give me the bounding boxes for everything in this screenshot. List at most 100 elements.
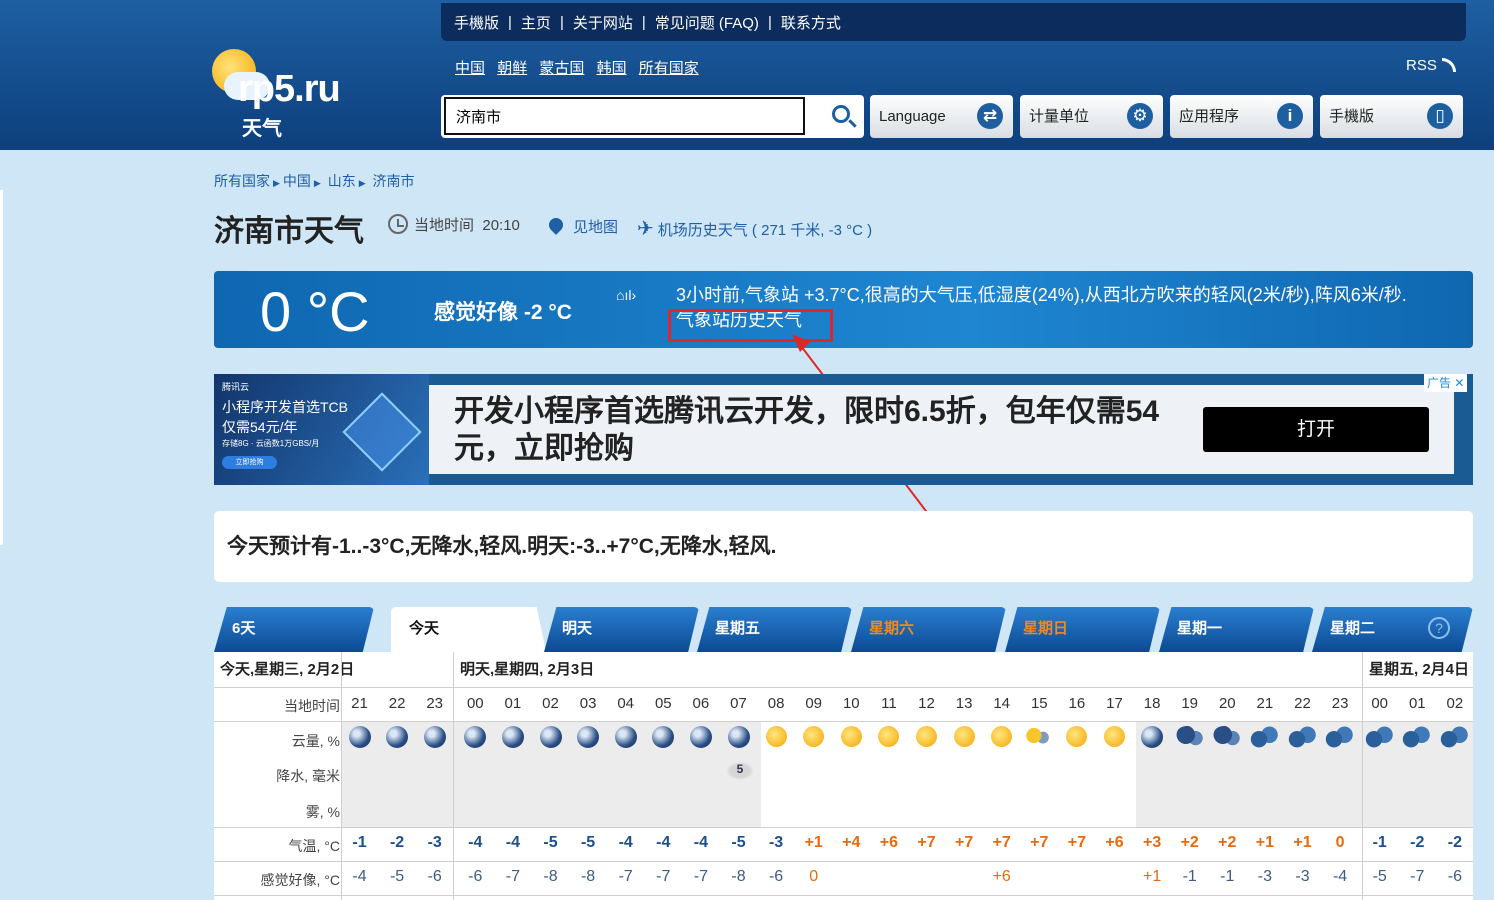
cloud-cover-cell [983,726,1020,752]
ad-image[interactable]: 腾讯云 小程序开发首选TCB 仅需54元/年 存储8G · 云函数1万GBS/月… [214,374,429,485]
temperature-cell: +7 [1030,834,1049,851]
feels-like-cell: -3 [1257,868,1272,885]
feels-like-cell: -6 [1447,868,1462,885]
row-divider [214,827,1473,828]
temperature-cell: +2 [1180,834,1199,851]
cloud-cover-cell [1246,726,1283,752]
nav-contact[interactable]: 联系方式 [781,12,841,33]
search-icon[interactable] [832,105,850,123]
country-link-mongolia[interactable]: 蒙古国 [539,60,584,77]
units-button[interactable]: 计量单位 ⚙ [1020,95,1163,138]
nav-separator: | [559,13,564,31]
feels-like-cell: -6 [427,868,442,885]
ad-title: 开发小程序首选腾讯云开发，限时6.5折，包年仅需54元，立即抢购 [454,395,1160,465]
clear-night-icon [539,726,562,748]
tab-monday[interactable]: 星期一 [1159,607,1314,652]
nav-about[interactable]: 关于网站 [573,12,633,33]
cloudy-icon [1402,726,1433,748]
language-button[interactable]: Language ⇄ [870,95,1013,138]
hour-cell: 04 [617,695,635,712]
tab-sunday[interactable]: 星期日 [1005,607,1160,652]
breadcrumb-shandong[interactable]: 山东 [328,173,356,189]
ad-content[interactable]: 开发小程序首选腾讯云开发，限时6.5折，包年仅需54元，立即抢购 打开 [429,385,1454,474]
cloud-cover-cell [1134,726,1171,752]
help-icon[interactable]: ? [1428,617,1450,639]
nav-home[interactable]: 主页 [521,12,551,33]
temperature-cell: +1 [1293,834,1312,851]
mobile-button[interactable]: 手機版 ▯ [1320,95,1463,138]
cloud-cover-cell [1436,726,1473,752]
clear-night-icon [423,726,446,748]
cloud-cover-cell [1284,726,1321,752]
hour-cell: 14 [993,695,1011,712]
advertisement[interactable]: 腾讯云 小程序开发首选TCB 仅需54元/年 存储8G · 云函数1万GBS/月… [214,374,1473,485]
clock-icon [388,214,408,234]
tab-saturday[interactable]: 星期六 [851,607,1006,652]
hour-cell: 22 [1294,695,1311,712]
cloud-cover-cell [758,726,795,752]
cloud-cover-cell [532,726,569,752]
cloud-cover-cell [457,726,494,752]
feels-like-cell: -6 [768,868,784,885]
breadcrumb-china[interactable]: 中国 [283,173,311,189]
nav-faq[interactable]: 常见问题 (FAQ) [655,12,759,33]
page-title: 济南市天气 [214,215,364,248]
hour-cell: 00 [466,695,484,712]
country-link-korea[interactable]: 韩国 [597,60,627,77]
nav-separator: | [767,13,772,31]
cloudy-night-icon [1175,726,1204,748]
temperature-cell: -4 [468,834,483,851]
fog-badge: 5 [726,762,754,780]
hour-cell: 11 [881,695,897,712]
ad-badge[interactable]: 广告 ✕ [1424,374,1468,392]
plane-icon: ✈ [637,218,654,240]
hour-cell: 09 [805,695,823,712]
temperature-cell: +6 [879,834,899,851]
cloud-cover-cell [416,726,453,752]
feels-like-cell: 0 [809,868,819,885]
row-divider [214,861,1473,862]
close-icon[interactable]: ✕ [1451,376,1464,390]
tab-tomorrow[interactable]: 明天 [544,607,699,652]
row-divider [214,721,1473,722]
hour-cell: 02 [542,695,559,712]
country-link-china[interactable]: 中国 [455,60,485,77]
ad-image-line2: 仅需54元/年 [222,419,298,435]
temperature-cell: -2 [1447,834,1462,851]
feels-like-cell: -4 [352,868,367,885]
tab-today[interactable]: 今天 [391,607,546,652]
cloud-cover-cell [795,726,832,752]
tab-6-days[interactable]: 6天 [214,607,374,652]
temperature-cell: +1 [1255,834,1275,851]
cloud-cover-cell [908,726,945,752]
temperature-cell: +7 [1067,834,1087,851]
hour-cell: 12 [918,695,935,712]
airport-history-link[interactable]: ✈ 机场历史天气 ( 271 千米, -3 °C ) [637,216,872,241]
country-link-north-korea[interactable]: 朝鲜 [497,60,527,77]
feels-like-cell: +1 [1142,868,1162,885]
breadcrumb-all-countries[interactable]: 所有国家 [214,173,270,189]
tab-friday[interactable]: 星期五 [697,607,852,652]
cloud-cover-cell [946,726,983,752]
search-input[interactable] [444,97,805,135]
feels-like-cell: -7 [505,868,520,885]
temperature-cell: -2 [1410,834,1425,851]
apps-button[interactable]: 应用程序 i [1170,95,1313,138]
hour-cell: 03 [579,695,597,712]
rss-link[interactable]: RSS [1406,57,1456,74]
ad-open-button[interactable]: 打开 [1203,407,1429,452]
sun-icon [765,726,787,747]
feels-like-cell: -7 [1410,868,1425,885]
temperature-cell: +3 [1142,834,1162,851]
nav-mobile[interactable]: 手機版 [454,12,499,33]
map-link[interactable]: 见地图 [546,215,618,237]
country-link-all[interactable]: 所有国家 [639,60,699,77]
feels-like-cell: -4 [1332,868,1348,885]
cloud-cover-cell [570,726,607,752]
hour-cell: 02 [1446,695,1464,712]
site-logo[interactable]: rp5.ru 天气 [210,44,360,140]
hour-cell: 16 [1068,695,1086,712]
feels-like-cell: -6 [468,868,483,885]
sun-icon [991,726,1013,747]
breadcrumb-jinan[interactable]: 济南市 [373,173,415,189]
